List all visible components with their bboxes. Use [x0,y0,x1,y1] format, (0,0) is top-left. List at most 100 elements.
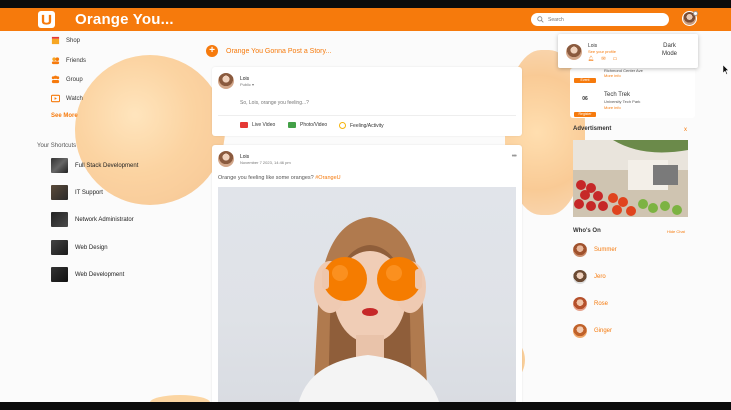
video-camera-icon [240,122,248,128]
audience-selector[interactable]: Public ▾ [240,82,254,87]
live-video-button[interactable]: Live Video [240,122,275,128]
event-button[interactable]: Event [574,78,596,83]
market-produce-photo [573,140,688,217]
shortcut-label: Web Development [75,271,125,278]
shortcut-thumbnail [51,240,68,255]
close-icon[interactable]: x [684,127,687,133]
app-screen: Orange You... Shop Friends Group Watch S… [0,0,731,410]
story-prompt-label: Orange You Gonna Post a Story... [226,47,332,55]
online-user-name: Rose [594,301,609,307]
avatar[interactable] [566,44,582,60]
advertisement-image[interactable] [573,140,688,217]
sidebar-item-label: Watch [66,95,83,102]
post-image[interactable] [218,187,516,405]
advertisement-heading: Advertisment [573,126,612,132]
shortcut-label: IT Support [75,189,103,196]
search-input[interactable] [548,16,658,23]
mouse-cursor-icon [723,65,729,75]
online-user-rose[interactable]: Rose [573,297,608,311]
see-more-link[interactable]: See More [51,113,78,119]
action-label: Live Video [252,122,276,128]
avatar[interactable] [218,73,234,89]
post-timestamp: November 7 2023, 14:46 pm [240,160,291,165]
event-location: University Tech Park [604,99,641,104]
top-nav-bar: Orange You... [0,8,731,31]
shortcut-it-support[interactable]: IT Support [51,185,103,200]
event-more-info-link[interactable]: More info [604,73,621,78]
shortcut-thumbnail [51,158,68,173]
group-icon [51,75,60,84]
online-user-ginger[interactable]: Ginger [573,324,612,338]
brand-title[interactable]: Orange You... [75,11,174,28]
photo-video-button[interactable]: Photo/Video [288,122,327,128]
bell-icon[interactable]: 🔔︎ [588,56,594,62]
post-composer: Lois Public ▾ So, Lois, orange you feeli… [212,67,522,136]
sidebar-item-watch[interactable]: Watch [51,94,83,103]
sidebar-item-label: Shop [66,37,81,44]
sidebar-item-friends[interactable]: Friends [51,56,86,65]
smiley-icon [339,122,346,129]
profile-quick-icons: 🔔︎ ✉︎ ▭ [588,56,617,62]
see-profile-link[interactable]: See your profile [588,49,616,54]
story-prompt[interactable]: + Orange You Gonna Post a Story... [206,45,331,57]
shortcut-web-development[interactable]: Web Development [51,267,124,282]
shortcut-thumbnail [51,267,68,282]
event-title[interactable]: Tech Trek [604,92,630,98]
post-text: Orange you feeling like some oranges? #O… [218,175,341,181]
shortcut-network-admin[interactable]: Network Administrator [51,212,134,227]
screen-bottom-border [0,402,731,410]
post-input[interactable]: So, Lois, orange you feeling...? [240,100,309,106]
divider [218,115,516,116]
dark-mode-label: Mode [662,51,678,57]
shortcut-web-design[interactable]: Web Design [51,240,108,255]
watch-icon [51,94,60,103]
dark-mode-label: Dark [663,43,676,49]
woman-with-oranges-photo [298,217,440,405]
notification-dot [693,11,698,16]
post-hashtag[interactable]: #OrangeU [315,175,340,181]
search-icon [537,16,544,23]
online-user-name: Summer [594,247,617,253]
search-bar[interactable] [531,13,669,26]
avatar[interactable] [218,151,234,167]
feeling-activity-button[interactable]: Feeling/Activity [339,122,384,129]
shortcut-thumbnail [51,212,68,227]
post-body: Orange you feeling like some oranges? [218,175,316,181]
avatar [573,297,587,311]
monitor-icon[interactable]: ▭ [613,56,618,62]
avatar [573,270,587,284]
app-logo-icon[interactable] [38,11,55,28]
online-user-name: Jero [594,274,606,280]
register-button[interactable]: Register [574,112,596,117]
action-label: Feeling/Activity [350,122,384,129]
event-more-info-link[interactable]: More info [604,105,621,110]
more-options-icon[interactable]: ••• [512,153,517,160]
shortcut-label: Full Stack Development [75,162,139,169]
photo-icon [288,122,296,128]
events-panel: Richmond Center Ave More info Event 06 T… [570,68,695,118]
event-date: 06 [582,96,588,102]
sidebar-item-shop[interactable]: Shop [51,36,80,45]
plus-icon: + [206,45,218,57]
shortcuts-heading: Your Shortcuts [37,143,77,149]
online-user-summer[interactable]: Summer [573,243,617,257]
action-label: Photo/Video [300,122,328,128]
online-user-jero[interactable]: Jero [573,270,606,284]
profile-dropdown: Lois See your profile 🔔︎ ✉︎ ▭ Dark Mode [558,34,698,68]
online-user-name: Ginger [594,328,613,334]
screen-top-border [0,0,731,8]
whos-on-heading: Who's On [573,228,601,234]
hide-chat-link[interactable]: Hide Chat [667,229,685,234]
shortcut-full-stack[interactable]: Full Stack Development [51,158,138,173]
mail-icon[interactable]: ✉︎ [601,56,605,62]
sidebar-item-group[interactable]: Group [51,75,83,84]
friends-icon [51,56,60,65]
sidebar-item-label: Friends [66,57,87,64]
shortcut-label: Network Administrator [75,216,134,223]
shortcut-label: Web Design [75,244,108,251]
dark-mode-toggle[interactable]: Dark Mode [662,42,677,58]
feed-post: Lois November 7 2023, 14:46 pm ••• Orang… [212,145,522,405]
avatar [573,324,587,338]
shop-icon [51,36,60,45]
shortcut-thumbnail [51,185,68,200]
